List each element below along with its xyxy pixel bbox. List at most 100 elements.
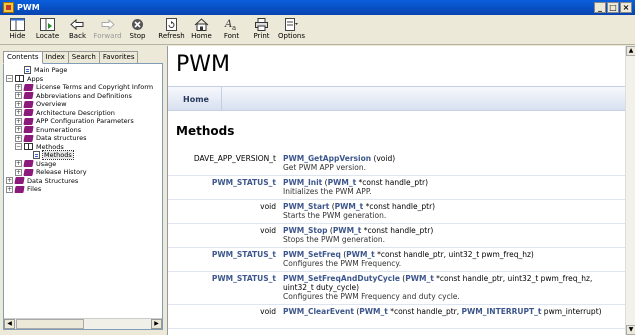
expand-icon[interactable]: + — [15, 100, 22, 108]
tree-item[interactable]: + Architecture Description — [4, 108, 162, 118]
tree-item[interactable]: + Abbreviations and Definitions — [4, 92, 162, 101]
tree-item[interactable]: + Overview — [4, 100, 162, 109]
method-row: DAVE_APP_VERSION_t PWM_GetAppVersion (voi… — [168, 152, 626, 176]
refresh-icon — [164, 17, 180, 31]
breadcrumb-divider — [221, 87, 222, 111]
maximize-button[interactable]: □ — [607, 2, 619, 13]
function-link[interactable]: PWM_SetFreqAndDutyCycle — [283, 274, 400, 283]
font-button[interactable]: Aa Font — [217, 15, 246, 41]
book-icon — [23, 109, 34, 117]
method-signature: PWM_Stop (PWM_t *const handle_ptr) Stops … — [283, 226, 623, 244]
tab-favorites[interactable]: Favorites — [98, 51, 139, 63]
hide-button[interactable]: Hide — [3, 15, 32, 40]
book-icon — [23, 126, 34, 134]
tree-item[interactable]: + Files — [4, 185, 162, 194]
stop-button[interactable]: Stop — [123, 15, 152, 40]
function-link[interactable]: PWM_Init — [283, 178, 322, 187]
method-description: Initializes the PWM APP. — [283, 187, 372, 196]
function-link[interactable]: PWM_ClearEvent — [283, 307, 354, 316]
tree-item[interactable]: + Data Structures — [4, 177, 162, 186]
window-title: PWM — [17, 3, 40, 12]
method-signature: PWM_SetFreq (PWM_t *const handle_ptr, ui… — [283, 250, 623, 268]
tree-item[interactable]: − Methods — [4, 143, 162, 152]
book-icon — [23, 160, 34, 168]
expand-icon[interactable]: + — [15, 109, 22, 117]
tree-item-label: Methods — [42, 150, 74, 161]
expand-icon[interactable]: + — [15, 134, 22, 142]
forward-arrow-icon — [100, 17, 116, 31]
tree-item[interactable]: + Release History — [4, 168, 162, 177]
breadcrumb-home-link[interactable]: Home — [183, 95, 209, 104]
method-row: PWM_STATUS_t PWM_Init (PWM_t *const handl… — [168, 176, 626, 200]
scroll-up-icon[interactable]: ▲ — [626, 46, 635, 56]
scroll-down-icon[interactable]: ▼ — [626, 325, 635, 335]
tree-item[interactable]: + Usage — [4, 160, 162, 169]
tree-item-label: Architecture Description — [36, 108, 115, 117]
collapse-icon[interactable]: − — [15, 143, 22, 151]
book-icon — [23, 134, 34, 142]
navigation-pane: Contents Index Search Favorites Main Pag… — [0, 46, 165, 335]
expand-icon[interactable]: + — [15, 160, 22, 168]
expand-icon[interactable]: + — [6, 185, 13, 193]
tree-item[interactable]: Main Page — [4, 66, 162, 75]
tree-item-label: License Terms and Copyright Inform — [36, 83, 154, 92]
expand-icon[interactable]: + — [15, 117, 22, 125]
print-button[interactable]: Print — [247, 15, 276, 40]
tree-item[interactable]: + Enumerations — [4, 126, 162, 135]
minimize-button[interactable]: _ — [594, 2, 606, 13]
forward-button[interactable]: Forward — [93, 15, 122, 40]
options-button[interactable]: Options — [277, 15, 306, 40]
scroll-thumb[interactable] — [16, 319, 84, 329]
tree-item[interactable]: Methods — [4, 150, 162, 161]
type-link[interactable]: PWM_t — [405, 274, 434, 283]
expand-icon[interactable]: + — [15, 83, 22, 91]
open-book-icon — [24, 143, 33, 151]
scroll-left-icon[interactable]: ◀ — [4, 319, 15, 329]
tree-item[interactable]: + Data structures — [4, 134, 162, 143]
type-link[interactable]: PWM_t — [346, 250, 375, 259]
tab-search[interactable]: Search — [67, 51, 100, 63]
type-link[interactable]: PWM_INTERRUPT_t — [462, 307, 542, 316]
return-type-link[interactable]: PWM_STATUS_t — [176, 250, 276, 259]
signature-text: (void) — [371, 154, 396, 163]
close-button[interactable]: × — [620, 2, 632, 13]
expand-icon[interactable]: + — [6, 177, 13, 185]
type-link[interactable]: PWM_t — [328, 178, 357, 187]
help-app-icon — [3, 2, 14, 13]
return-type-link[interactable]: PWM_STATUS_t — [176, 274, 276, 283]
horizontal-scrollbar[interactable]: ◀ ▶ — [4, 318, 162, 329]
type-link[interactable]: PWM_t — [335, 202, 364, 211]
return-type-link[interactable]: PWM_STATUS_t — [176, 178, 276, 187]
type-link[interactable]: PWM_t — [359, 307, 388, 316]
signature-text: *const handle_ptr) — [361, 226, 434, 235]
tree-item[interactable]: + License Terms and Copyright Inform — [4, 83, 162, 92]
tab-contents[interactable]: Contents — [3, 51, 43, 64]
tree-item[interactable]: + APP Configuration Parameters — [4, 117, 162, 126]
vertical-scrollbar[interactable]: ▲ ▼ — [625, 46, 635, 335]
method-signature: PWM_GetAppVersion (void) Get PWM APP vers… — [283, 154, 623, 172]
function-link[interactable]: PWM_SetFreq — [283, 250, 341, 259]
collapse-icon[interactable]: − — [6, 75, 13, 83]
type-link[interactable]: PWM_t — [333, 226, 362, 235]
home-button[interactable]: Home — [187, 15, 216, 40]
expand-icon[interactable]: + — [15, 92, 22, 100]
function-link[interactable]: PWM_Start — [283, 202, 329, 211]
tree-item-label: Main Page — [34, 66, 68, 75]
expand-icon[interactable]: + — [15, 126, 22, 134]
locate-button[interactable]: Locate — [33, 15, 62, 40]
function-link[interactable]: PWM_GetAppVersion — [283, 154, 371, 163]
signature-text: *const handle_ptr, — [387, 307, 462, 316]
contents-tree[interactable]: Main Page − Apps + License Terms and Copyrig… — [3, 63, 163, 330]
tree-item[interactable]: − Apps — [4, 75, 162, 84]
back-button[interactable]: Back — [63, 15, 92, 40]
stop-icon — [130, 17, 146, 31]
refresh-button[interactable]: Refresh — [157, 15, 186, 40]
method-signature: PWM_Start (PWM_t *const handle_ptr) Start… — [283, 202, 623, 220]
method-signature: PWM_ClearEvent (PWM_t *const handle_ptr,… — [283, 307, 623, 316]
tab-index[interactable]: Index — [41, 51, 69, 63]
scroll-right-icon[interactable]: ▶ — [151, 319, 162, 329]
method-row: void PWM_ClearEvent (PWM_t *const handle_… — [168, 305, 626, 329]
window-controls: _ □ × — [594, 2, 632, 13]
expand-icon[interactable]: + — [15, 168, 22, 176]
function-link[interactable]: PWM_Stop — [283, 226, 328, 235]
